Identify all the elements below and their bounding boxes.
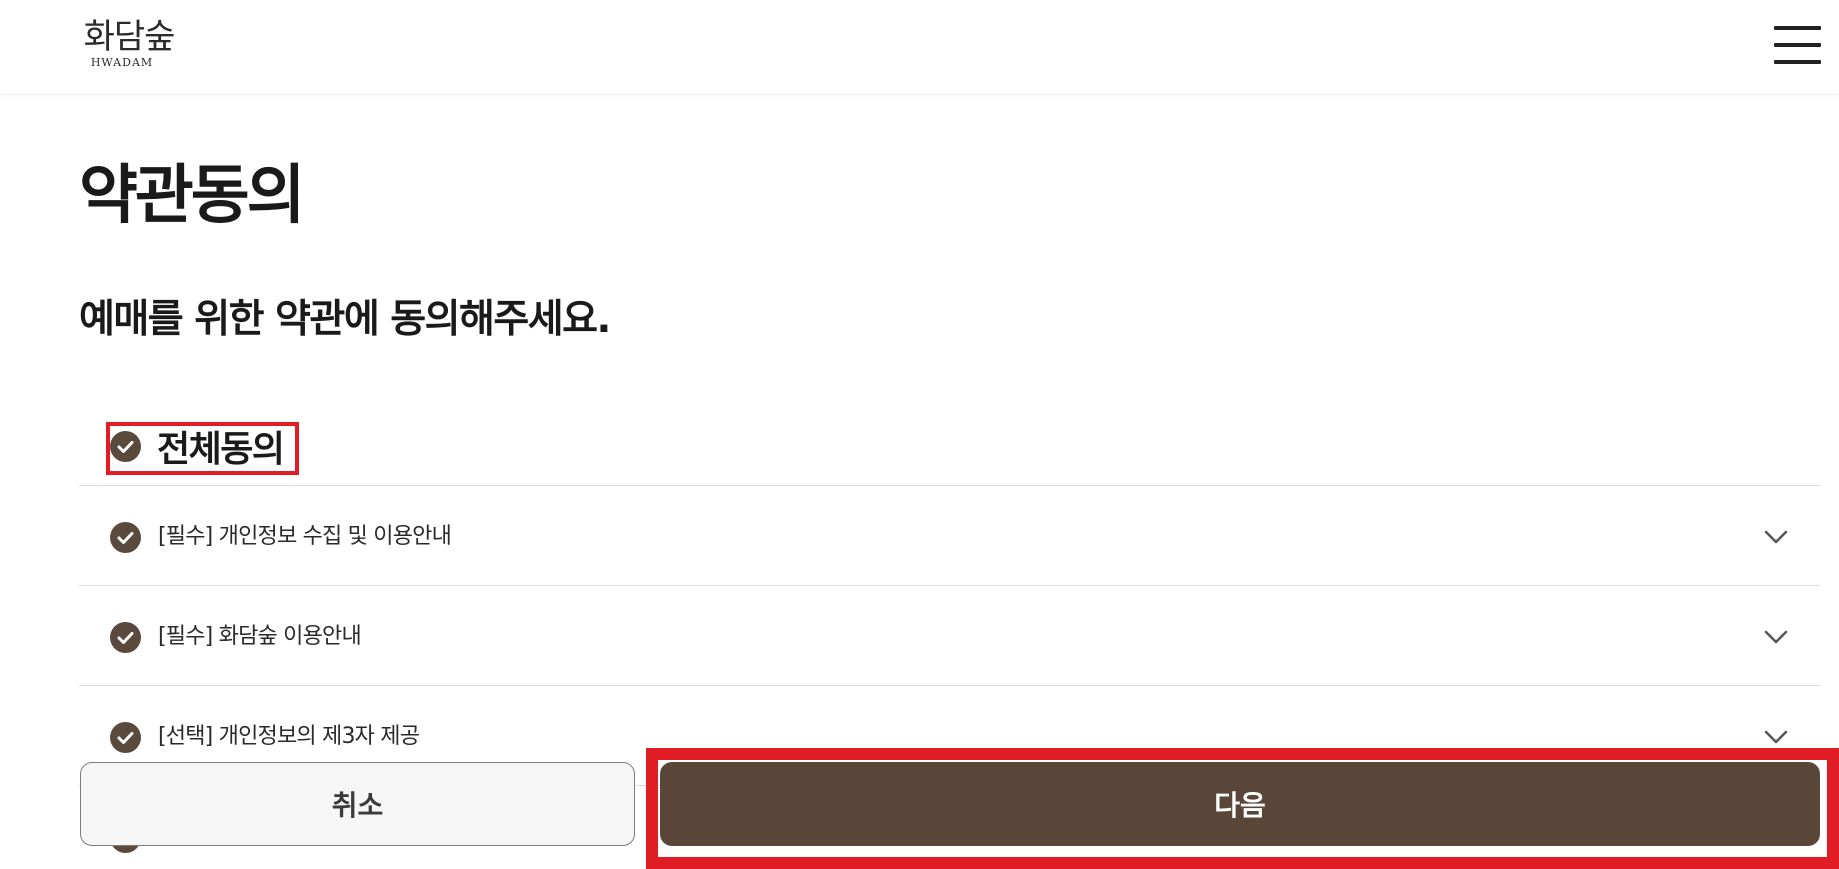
- cancel-button[interactable]: 취소: [80, 762, 635, 846]
- chevron-down-icon[interactable]: [1763, 626, 1789, 648]
- term-row-privacy-collection[interactable]: [필수] 개인정보 수집 및 이용안내: [79, 485, 1820, 585]
- page-title: 약관동의: [79, 159, 306, 233]
- logo-korean-text: 화담숲: [83, 17, 176, 57]
- page-subtitle: 예매를 위한 약관에 동의해주세요.: [79, 297, 611, 342]
- hwadam-logo[interactable]: 화담숲 HWADAM: [79, 18, 179, 70]
- hamburger-menu-icon[interactable]: [1774, 26, 1821, 64]
- logo-english-text: HWADAM: [90, 56, 154, 69]
- menu-line: [1774, 43, 1821, 47]
- chevron-down-icon[interactable]: [1763, 726, 1789, 748]
- site-header: 화담숲 HWADAM: [0, 0, 1839, 95]
- chevron-down-icon[interactable]: [1763, 526, 1789, 548]
- menu-line: [1774, 60, 1821, 64]
- term-label: [선택] 개인정보의 제3자 제공: [158, 724, 420, 749]
- term-label: [필수] 화담숲 이용안내: [158, 624, 362, 649]
- term-row-hwadam-guide[interactable]: [필수] 화담숲 이용안내: [79, 585, 1820, 685]
- term-label: [필수] 개인정보 수집 및 이용안내: [158, 524, 452, 549]
- next-button[interactable]: 다음: [660, 762, 1820, 846]
- page: 화담숲 HWADAM 약관동의 예매를 위한 약관에 동의해주세요. 전체동의 …: [0, 0, 1839, 869]
- check-circle-icon[interactable]: [110, 622, 141, 653]
- check-circle-icon[interactable]: [110, 722, 141, 753]
- check-circle-icon[interactable]: [110, 522, 141, 553]
- agree-all-highlight-box: [106, 422, 299, 475]
- menu-line: [1774, 26, 1821, 30]
